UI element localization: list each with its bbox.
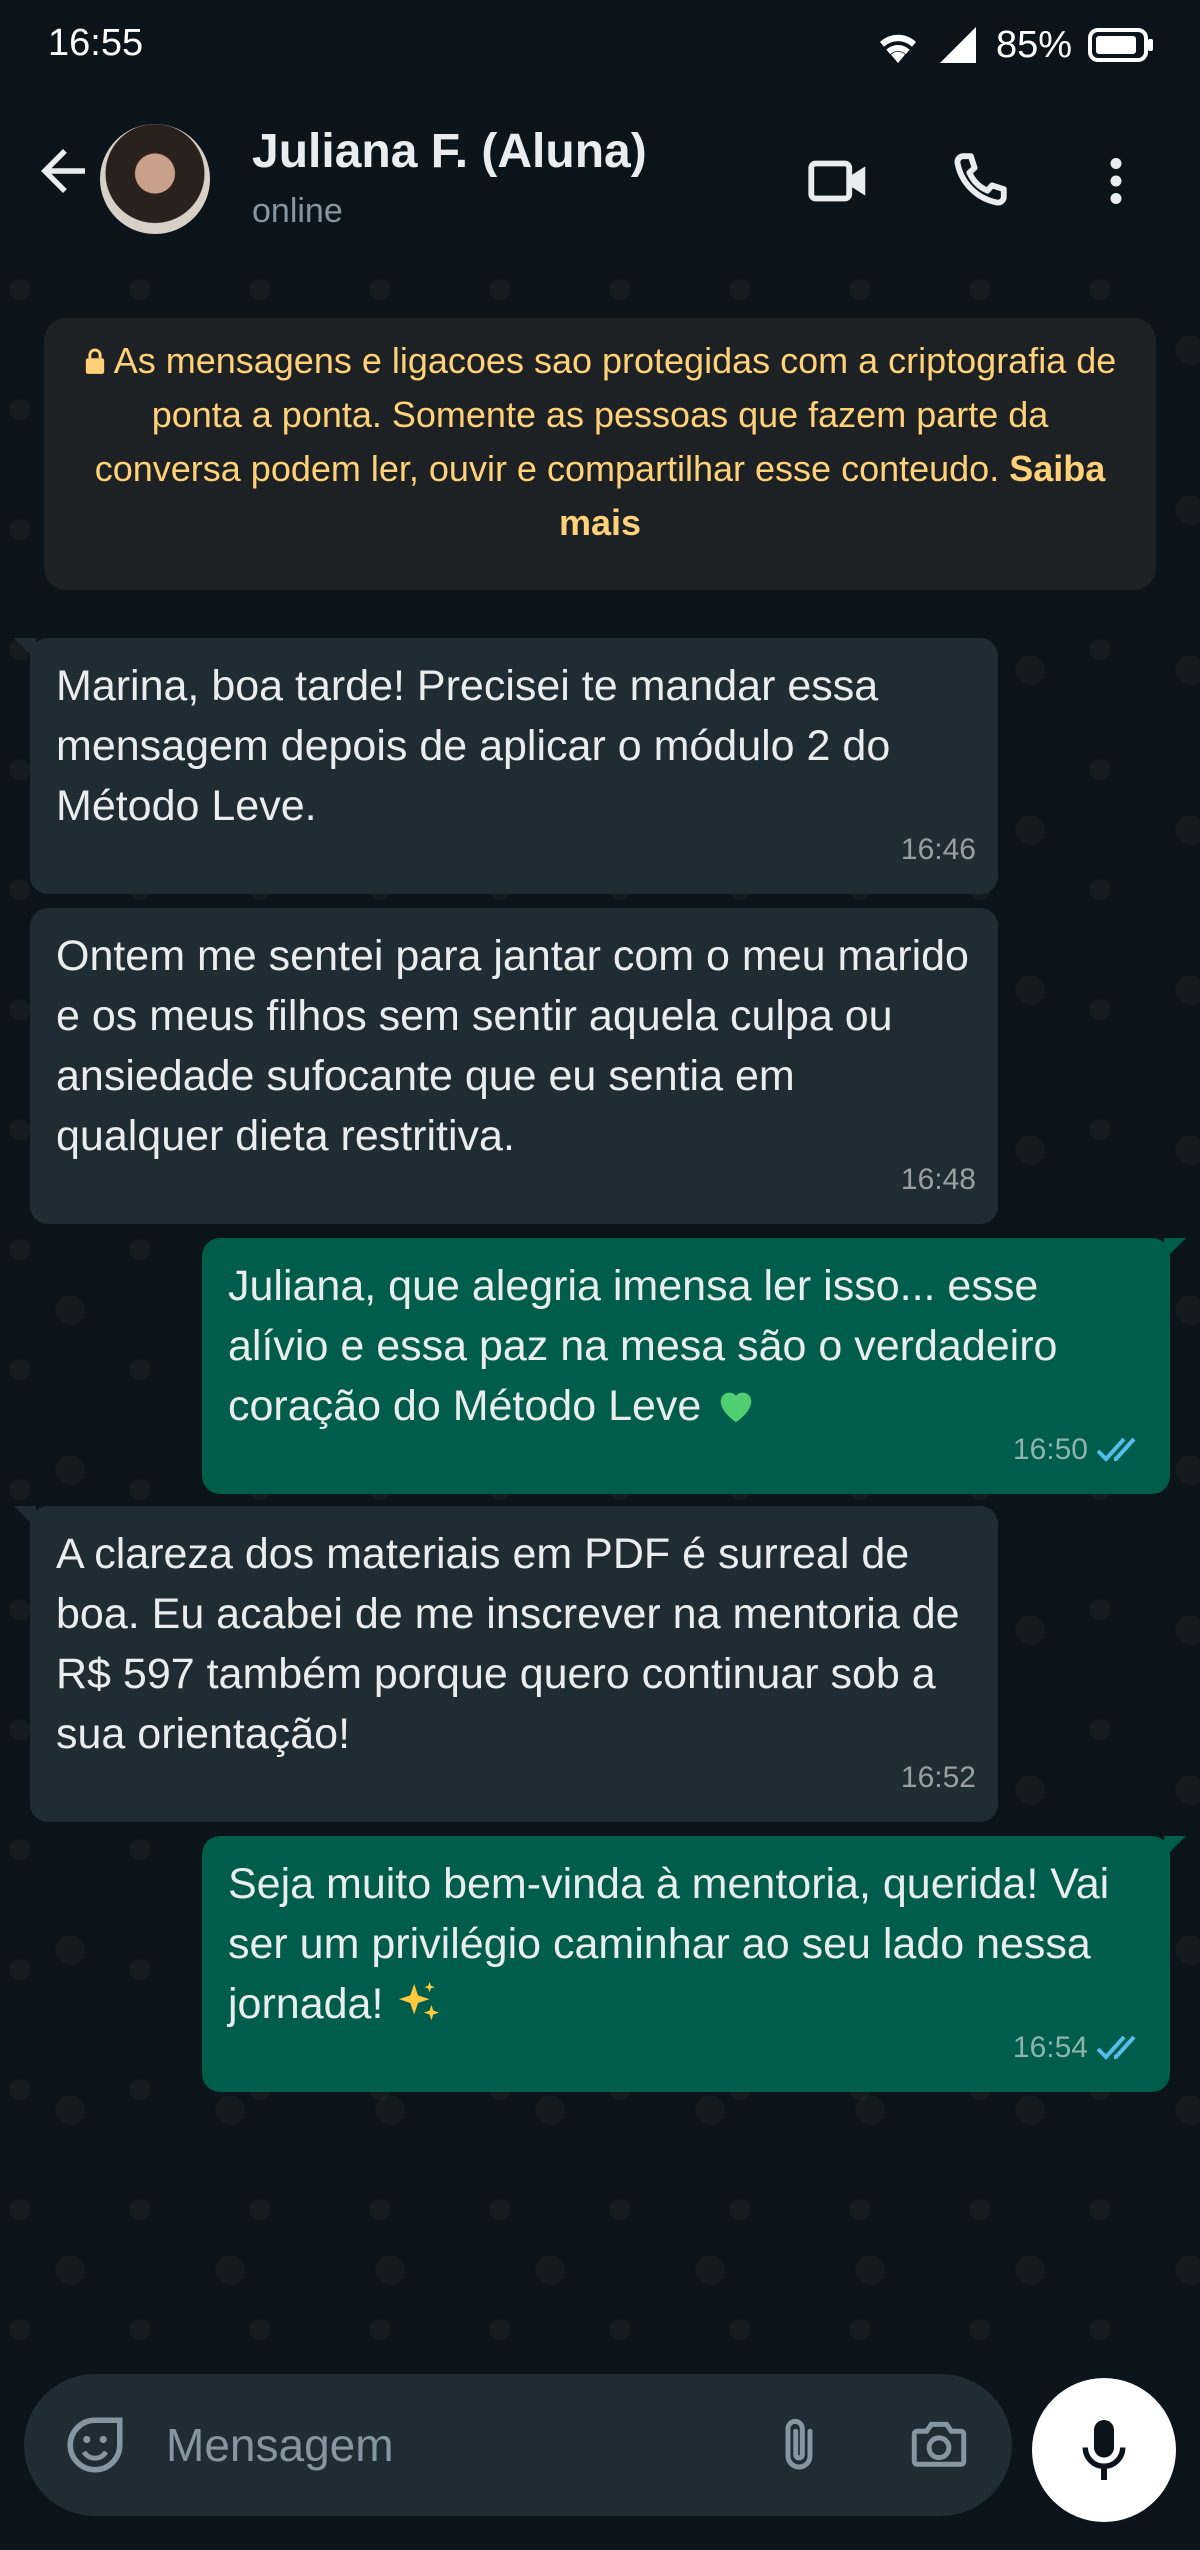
battery-percent: 85%: [995, 23, 1072, 66]
status-time: 16:55: [48, 22, 144, 64]
green-heart-icon: [720, 1392, 752, 1423]
contact-name[interactable]: Juliana F. (Aluna): [252, 124, 647, 179]
message-bubble-incoming[interactable]: Marina, boa tarde! Precisei te mandar es…: [14, 638, 998, 894]
encryption-notice[interactable]: As mensagens e ligacoes sao protegidas c…: [44, 318, 1156, 590]
signal-icon: [939, 27, 976, 63]
chat-area[interactable]: As mensagens e ligacoes sao protegidas c…: [0, 270, 1200, 2370]
battery-icon: [1088, 28, 1153, 62]
back-arrow-icon[interactable]: [30, 138, 96, 204]
message-text: Marina, boa tarde! Precisei te mandar es…: [56, 662, 891, 830]
message-time: 16:50: [1012, 1433, 1088, 1466]
message-text: Juliana, que alegria imensa ler isso... …: [228, 1262, 1058, 1430]
message-text: Ontem me sentei para jantar com o meu ma…: [56, 932, 969, 1160]
contact-avatar[interactable]: [100, 124, 210, 234]
message-bubble-outgoing[interactable]: Seja muito bem-vinda à mentoria, querida…: [202, 1836, 1186, 2092]
message-text: A clareza dos materiais em PDF é surreal…: [56, 1530, 960, 1758]
message-time: 16:52: [900, 1761, 976, 1794]
message-time: 16:46: [900, 833, 976, 866]
read-receipt-icon: [1096, 1437, 1136, 1462]
encryption-text: As mensagens e ligacoes sao protegidas c…: [94, 340, 1117, 489]
message-time: 16:54: [1012, 2031, 1088, 2064]
camera-icon[interactable]: [904, 2412, 974, 2478]
mic-icon: [1082, 2420, 1126, 2480]
message-bubble-incoming[interactable]: Ontem me sentei para jantar com o meu ma…: [30, 908, 998, 1224]
contact-status: online: [252, 192, 343, 230]
message-input[interactable]: [166, 2408, 726, 2482]
video-call-icon[interactable]: [804, 146, 874, 216]
more-options-icon[interactable]: [1086, 146, 1146, 216]
attach-icon[interactable]: [766, 2410, 832, 2480]
wifi-icon: [879, 34, 916, 63]
lock-icon: [85, 348, 104, 374]
message-composer: [24, 2374, 1012, 2516]
status-icons: 85%: [874, 18, 1154, 72]
sparkles-icon: [399, 1981, 440, 2021]
message-time: 16:48: [900, 1163, 976, 1196]
mic-button[interactable]: [1032, 2378, 1176, 2522]
read-receipt-icon: [1096, 2035, 1136, 2060]
phone-icon[interactable]: [944, 146, 1014, 216]
status-bar: 16:55 85%: [0, 0, 1200, 90]
message-bubble-outgoing[interactable]: Juliana, que alegria imensa ler isso... …: [202, 1238, 1186, 1494]
sticker-icon[interactable]: [62, 2412, 128, 2478]
chat-header: Juliana F. (Aluna) online: [0, 90, 1200, 270]
message-text: Seja muito bem-vinda à mentoria, querida…: [228, 1860, 1110, 2028]
message-bubble-incoming[interactable]: A clareza dos materiais em PDF é surreal…: [14, 1506, 998, 1822]
